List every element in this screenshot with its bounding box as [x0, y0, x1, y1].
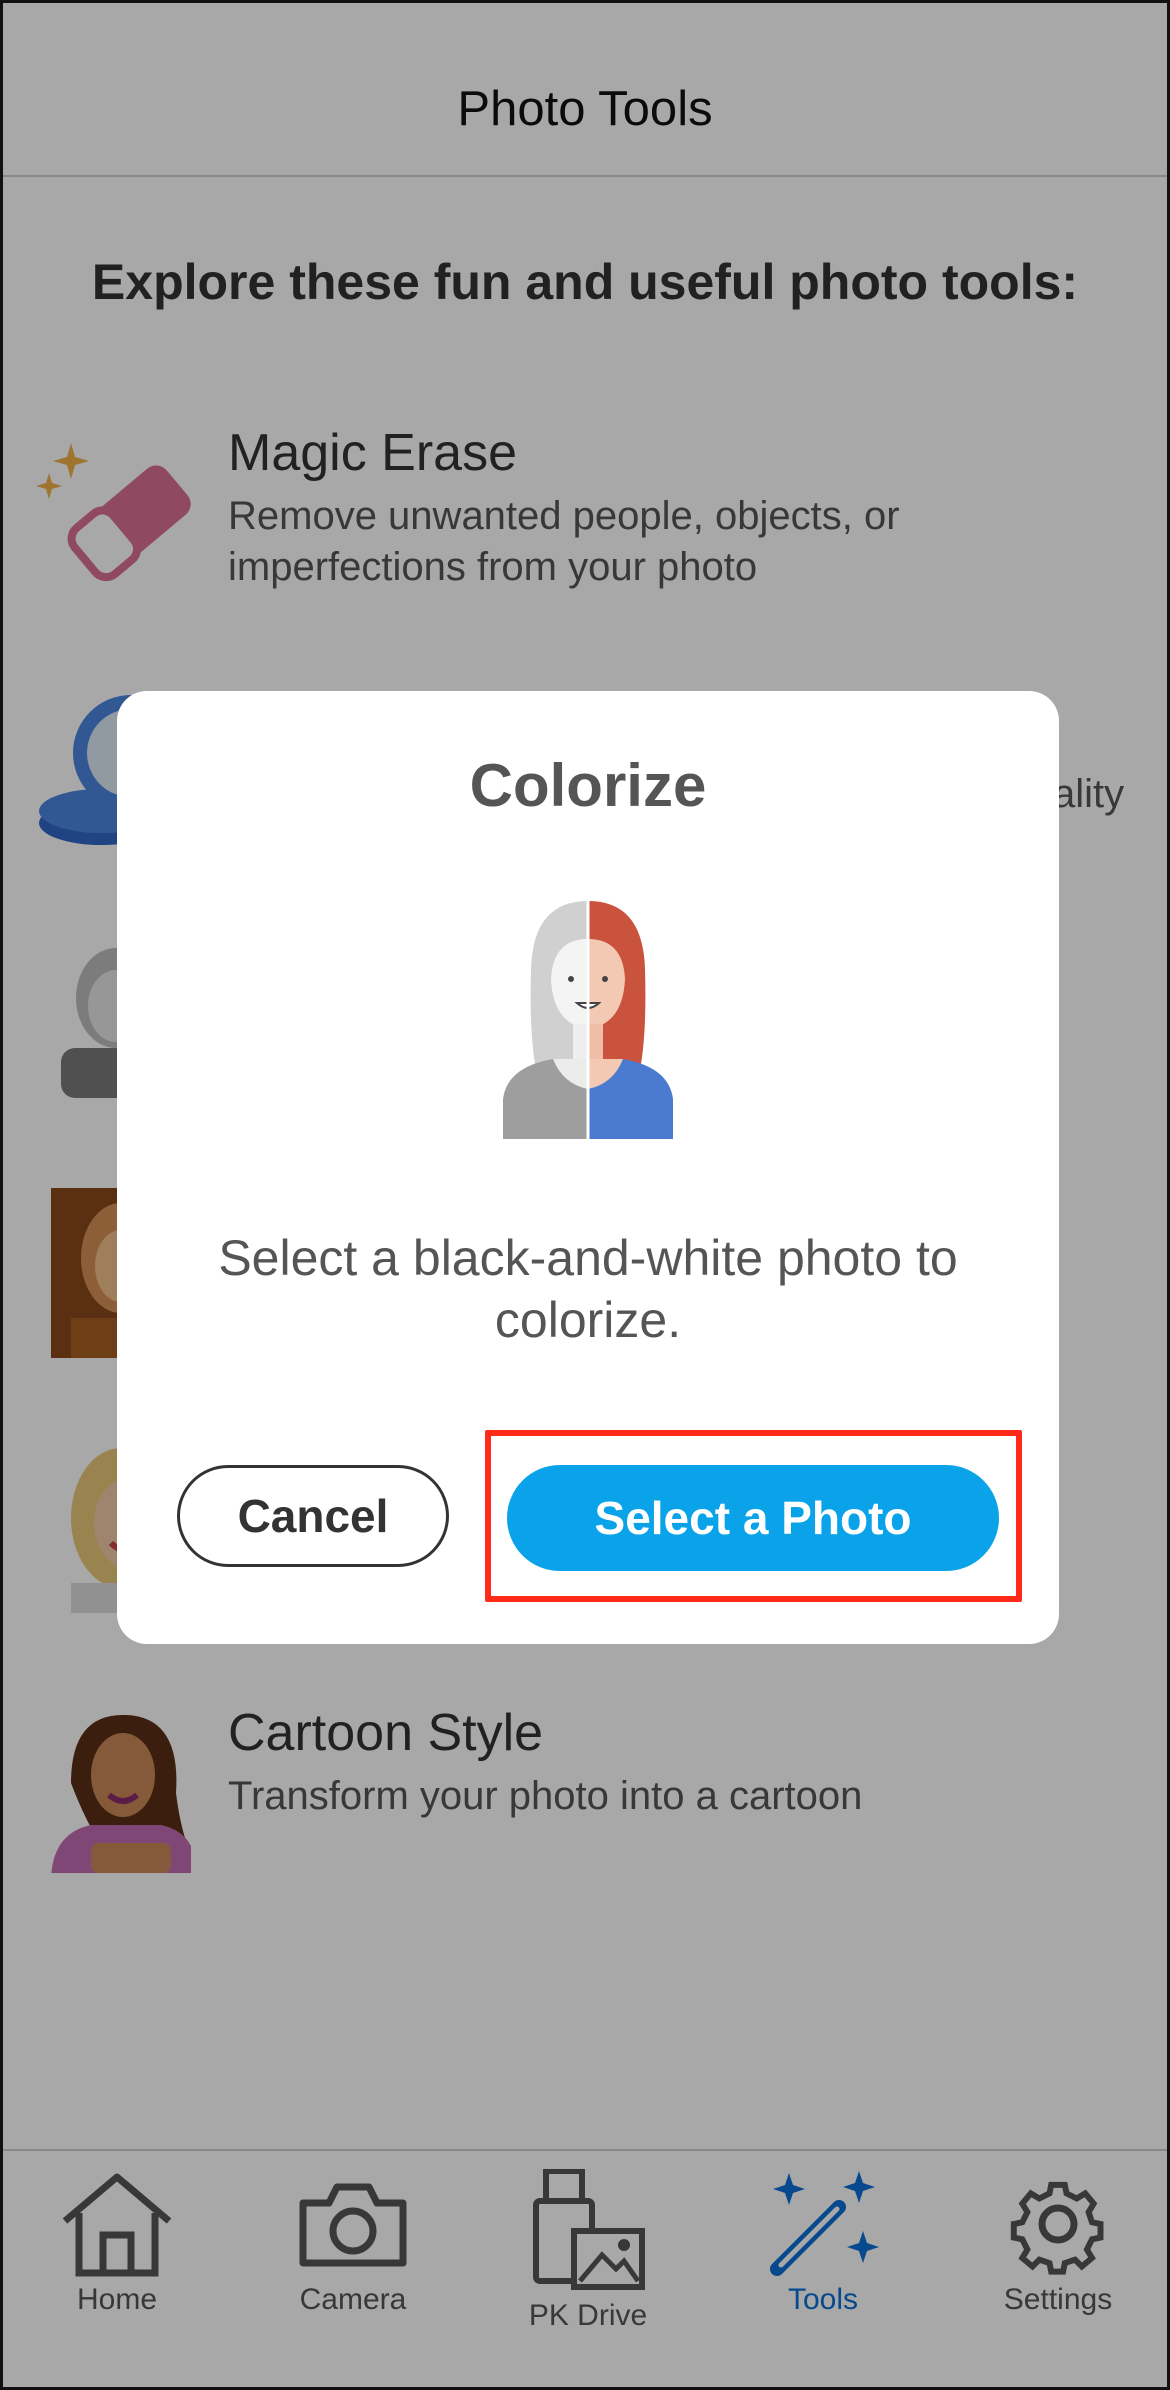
cancel-button[interactable]: Cancel: [177, 1465, 449, 1567]
dialog-message: Select a black-and-white photo to colori…: [218, 1230, 958, 1348]
app-screen: Photo Tools Explore these fun and useful…: [0, 0, 1170, 2390]
colorize-woman-icon: [503, 901, 673, 1139]
highlight-box: [485, 1430, 1022, 1602]
dialog-title: Colorize: [469, 752, 707, 819]
